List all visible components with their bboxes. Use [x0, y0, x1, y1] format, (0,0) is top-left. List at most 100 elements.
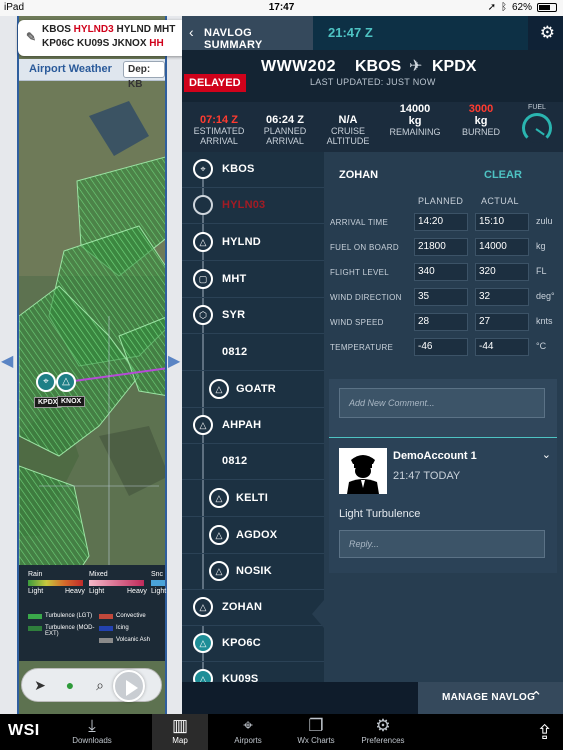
legend-rain: Rain	[28, 571, 43, 578]
share-icon[interactable]: ⇪	[536, 720, 553, 745]
waypoint-row[interactable]: 0812	[182, 444, 324, 480]
waypoint-row[interactable]: HYLN03	[182, 188, 324, 224]
waypoint-row[interactable]: △ KU09S	[182, 662, 324, 682]
tab-map[interactable]: ▥ Map	[152, 714, 208, 750]
planned-arrival-input[interactable]: 14:20	[414, 213, 468, 231]
tab-airports[interactable]: ⌖ Airports	[220, 714, 276, 750]
planned-wind-dir-input[interactable]: 35	[414, 288, 468, 306]
waypoint-row[interactable]: △ NOSIK	[182, 554, 324, 590]
origin-airport: KBOS	[355, 58, 402, 75]
planned-level-input[interactable]: 340	[414, 263, 468, 281]
actual-wind-dir-input[interactable]: 32	[475, 288, 529, 306]
battery-icon	[537, 3, 557, 12]
waypoint-row[interactable]: △ GOATR	[182, 372, 324, 408]
departure-button[interactable]: Dep: KB	[123, 61, 165, 90]
triangle-icon: △	[193, 669, 213, 682]
search-icon[interactable]: ⌕	[92, 677, 108, 693]
route-tool-icon[interactable]: ●	[62, 677, 78, 693]
route-string[interactable]: ✎ KBOS HYLND3 HYLND MHT KP06C KU09S JKNO…	[18, 20, 188, 56]
turb-lgt-swatch	[28, 614, 42, 619]
chevron-left-icon: ‹	[189, 24, 194, 40]
field-fuel-on-board: FUEL ON BOARD 21800 14000 kg	[324, 238, 563, 258]
comment-post: DemoAccount 1 21:47 TODAY ⌄ Light Turbul…	[329, 437, 557, 573]
map-airport-marker[interactable]: ⌖	[36, 372, 56, 392]
map-legend: Rain Mixed Snc Light Heavy Light Heavy L…	[19, 565, 166, 661]
field-temperature: TEMPERATURE -46 -44 °C	[324, 338, 563, 358]
stat-fuel-burned: 3000 kg BURNED	[461, 103, 500, 137]
legend-convective: Convective	[116, 613, 146, 619]
comment-input[interactable]: Add New Comment...	[339, 388, 545, 418]
planned-fuel-input[interactable]: 21800	[414, 238, 468, 256]
legend-turb-lgt: Turbulence (LGT)	[45, 613, 93, 619]
flight-number: WWW202	[261, 58, 336, 75]
legend-rain-bar	[28, 580, 83, 586]
waypoint-row[interactable]: ▢ MHT	[182, 262, 324, 298]
play-icon	[126, 680, 138, 696]
field-arrival-time: ARRIVAL TIME 14:20 15:10 zulu	[324, 213, 563, 233]
waypoint-detail: ZOHAN CLEAR PLANNED ACTUAL ARRIVAL TIME …	[324, 152, 563, 682]
legend-mixed: Mixed	[89, 571, 108, 578]
waypoint-row[interactable]: ⬡ SYR	[182, 298, 324, 334]
waypoint-row[interactable]: △ KPO6C	[182, 626, 324, 662]
tab-wx-charts[interactable]: ❐ Wx Charts	[286, 714, 346, 750]
waypoint-row[interactable]: ⌖ KBOS	[182, 152, 324, 188]
status-bar: iPad 17:47 ➚ ᛒ 62%	[0, 0, 563, 16]
clear-button[interactable]: CLEAR	[484, 169, 522, 181]
zulu-time-bar: 21:47 Z	[313, 16, 528, 50]
comment-user: DemoAccount 1	[393, 450, 477, 462]
waypoint-list[interactable]: ⌖ KBOS HYLN03 △ HYLND ▢ MHT ⬡ SYR 0812 △…	[182, 152, 324, 682]
tab-downloads[interactable]: ⤓ Downloads	[64, 714, 120, 750]
actual-wind-speed-input[interactable]: 27	[475, 313, 529, 331]
triangle-icon: △	[209, 379, 229, 399]
flight-stats: 07:14 Z ESTIMATED ARRIVAL 06:24 Z PLANNE…	[182, 102, 563, 158]
pilot-avatar-icon	[339, 448, 387, 494]
chevron-down-icon[interactable]: ⌄	[542, 448, 551, 461]
actual-fuel-input[interactable]: 14000	[475, 238, 529, 256]
edit-icon[interactable]: ✎	[26, 30, 36, 44]
planned-header: PLANNED	[418, 196, 464, 206]
last-updated: LAST UPDATED: JUST NOW	[310, 77, 436, 87]
map-waypoint-marker[interactable]: △	[56, 372, 76, 392]
detail-waypoint-name: ZOHAN	[339, 169, 379, 181]
chevron-up-icon: ⌃	[530, 689, 543, 706]
navlog-back-button[interactable]: ‹ NAVLOG SUMMARY	[182, 16, 313, 51]
actual-arrival-input[interactable]: 15:10	[475, 213, 529, 231]
manage-navlog-button[interactable]: MANAGE NAVLOG ⌃	[418, 682, 563, 714]
planned-temp-input[interactable]: -46	[414, 338, 468, 356]
play-animation-button[interactable]	[113, 670, 145, 702]
locate-icon[interactable]: ➤	[32, 677, 48, 693]
actual-level-input[interactable]: 320	[475, 263, 529, 281]
turb-mod-swatch	[28, 626, 42, 631]
planned-wind-speed-input[interactable]: 28	[414, 313, 468, 331]
actual-temp-input[interactable]: -44	[475, 338, 529, 356]
waypoint-row[interactable]: △ HYLND	[182, 225, 324, 261]
stat-cruise-altitude: N/A CRUISE ALTITUDE	[326, 114, 370, 146]
waypoint-row[interactable]: 0812	[182, 335, 324, 371]
download-icon: ⤓	[88, 716, 96, 735]
collapse-map-arrow[interactable]: ▶	[168, 352, 180, 372]
tab-preferences[interactable]: ⚙ Preferences	[354, 714, 412, 750]
navlog-back-label: NAVLOG SUMMARY	[204, 27, 263, 51]
left-panel-arrow[interactable]: ◀	[1, 352, 13, 372]
avatar	[339, 448, 387, 494]
waypoint-row-selected[interactable]: △ ZOHAN	[182, 590, 324, 626]
legend-light: Light	[28, 588, 44, 595]
legend-heavy-2: Heavy	[127, 588, 147, 595]
waypoint-row[interactable]: △ AGDOX	[182, 518, 324, 554]
legend-turb-mod: Turbulence (MOD-EXT)	[45, 625, 95, 637]
gear-icon[interactable]: ⚙	[540, 23, 555, 43]
location-icon: ➚	[487, 2, 496, 13]
navlog-header: ‹ NAVLOG SUMMARY 21:47 Z ⚙	[182, 16, 563, 51]
airport-weather-label[interactable]: Airport Weather	[29, 63, 112, 75]
status-right: ➚ ᛒ 62%	[488, 2, 557, 13]
destination-airport: KPDX	[432, 58, 477, 75]
legend-icing: Icing	[116, 625, 129, 631]
waypoint-row[interactable]: △ AHPAH	[182, 408, 324, 444]
waypoint-row[interactable]: △ KELTI	[182, 481, 324, 517]
field-wind-speed: WIND SPEED 28 27 knts	[324, 313, 563, 333]
legend-volcanic-ash: Volcanic Ash	[116, 637, 151, 643]
reply-input[interactable]: Reply...	[339, 530, 545, 558]
legend-heavy: Heavy	[65, 588, 85, 595]
airport-icon: ⌖	[243, 716, 253, 735]
fuel-gauge-icon	[522, 113, 552, 143]
